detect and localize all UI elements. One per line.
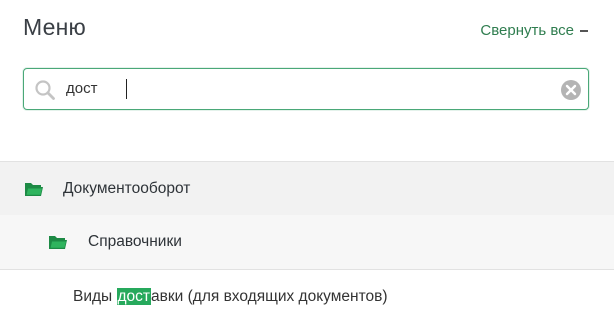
tree-item-label: Виды доставки (для входящих документов) [73, 287, 388, 306]
minus-icon [580, 30, 588, 32]
collapse-all-button[interactable]: Свернуть все [480, 22, 588, 39]
label-after-match: авки (для входящих документов) [151, 287, 388, 305]
tree-item-spravochniki[interactable]: Справочники [0, 215, 614, 270]
label-before-match: Виды [73, 287, 117, 305]
tree-item-label: Документооборот [63, 179, 191, 197]
folder-open-icon [49, 236, 67, 249]
folder-open-icon [25, 182, 43, 196]
tree-item-vidy-dostavki[interactable]: Виды доставки (для входящих документов) [0, 270, 614, 323]
search-match-highlight: дост [116, 287, 152, 305]
collapse-all-label: Свернуть все [480, 22, 574, 39]
clear-icon[interactable] [560, 79, 582, 101]
menu-title: Меню [23, 14, 86, 40]
tree-item-documentooborot[interactable]: Документооборот [0, 161, 614, 216]
tree-item-label: Справочники [88, 233, 182, 250]
search-box [23, 68, 589, 110]
search-icon [35, 80, 55, 100]
text-cursor [126, 79, 127, 99]
search-input[interactable] [66, 75, 546, 101]
